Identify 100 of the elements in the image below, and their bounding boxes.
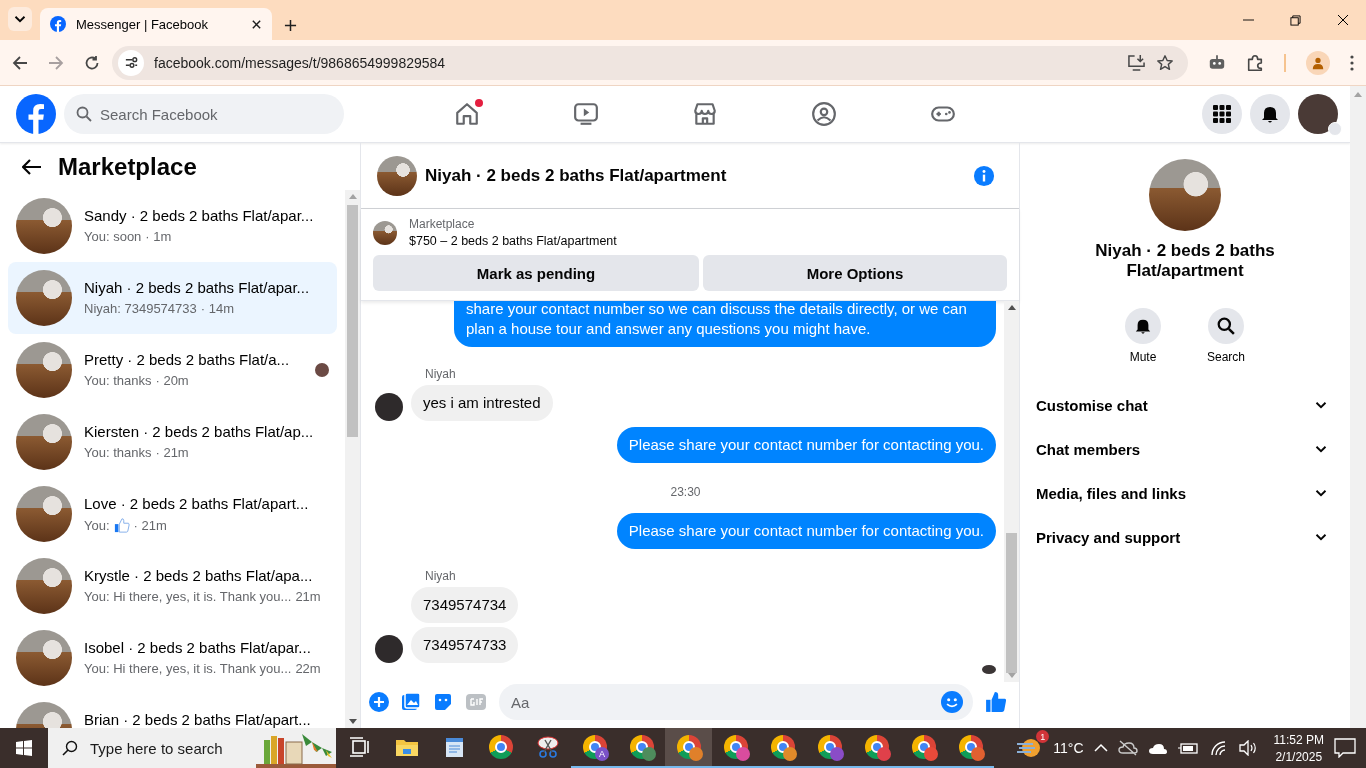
add-icon[interactable]: [369, 692, 389, 712]
message-time: 21m: [295, 589, 321, 604]
conversation-item[interactable]: Love · 2 beds 2 baths Flat/apart... You: · 21m: [8, 478, 337, 550]
listing-photo: [16, 270, 72, 326]
conversation-name: Krystle · 2 beds 2 baths Flat/apa...: [84, 567, 314, 584]
search-icon: [76, 106, 92, 122]
outgoing-message: Please share your contact number for contacting you.: [616, 427, 996, 463]
menu-icon[interactable]: [1350, 54, 1354, 71]
robot-icon[interactable]: [1208, 54, 1226, 71]
extensions-icon[interactable]: [1246, 53, 1264, 72]
message-preview: Niyah: 7349574733: [84, 301, 197, 316]
message-input[interactable]: Aa: [499, 684, 973, 720]
people-icon[interactable]: [810, 101, 837, 127]
message-preview: You: soon: [84, 229, 142, 244]
home-icon[interactable]: [453, 101, 480, 127]
speaker-icon[interactable]: [1237, 740, 1258, 756]
outgoing-message: share your contact number so we can discuss the details directly, or we can plan a house tour and answer any questions you might have.: [454, 301, 996, 347]
restore-icon: [1290, 14, 1301, 26]
menu-button[interactable]: [1202, 94, 1242, 134]
address-bar[interactable]: facebook.com/messages/t/9868654999829584: [112, 45, 1188, 80]
incoming-message: 7349574734: [411, 587, 519, 623]
conversation-item[interactable]: Kiersten · 2 beds 2 baths Flat/ap... You: thanks · 21m: [8, 406, 337, 478]
battery-icon[interactable]: [1177, 741, 1200, 755]
minimize-icon: [1243, 19, 1254, 21]
message-time: · 1m: [145, 229, 172, 244]
scroll-down-icon[interactable]: [348, 719, 357, 724]
facebook-logo-icon: [50, 16, 66, 32]
message-time: · 21m: [133, 517, 167, 533]
close-icon: [1336, 14, 1349, 26]
browser-icon: [488, 735, 513, 759]
browser-tab[interactable]: Messenger | Facebook: [40, 8, 272, 40]
incoming-message: 7349574733: [411, 627, 519, 663]
star-icon[interactable]: [1156, 53, 1174, 72]
section-header[interactable]: Customise chat: [1036, 383, 1334, 427]
profile-button[interactable]: [1306, 50, 1330, 75]
section-header[interactable]: Media, files and links: [1036, 471, 1334, 515]
chat-title: Niyah · 2 beds 2 baths Flat/apartment: [425, 165, 728, 186]
sticker-icon[interactable]: [433, 692, 453, 712]
new-tab-icon[interactable]: [284, 19, 297, 32]
time-text: 11:52 PM: [1273, 732, 1324, 747]
scroll-up-icon[interactable]: [1007, 305, 1016, 310]
notification-icon[interactable]: [1334, 738, 1356, 758]
facebook-logo-icon[interactable]: [16, 94, 56, 134]
listing-photo: [16, 486, 72, 542]
store-icon[interactable]: [691, 101, 718, 127]
install-app-icon[interactable]: [1127, 54, 1146, 71]
conversation-item[interactable]: Isobel · 2 beds 2 baths Flat/apar... You: Hi there, yes, it is. Thank you... 22m: [8, 622, 337, 694]
bell-icon: [1134, 317, 1152, 335]
wifi-icon[interactable]: [1209, 740, 1228, 756]
person-icon: [1311, 55, 1325, 70]
cloud-off-icon[interactable]: [1117, 740, 1138, 756]
scrollbar-thumb[interactable]: [347, 205, 358, 437]
conversation-name: Pretty · 2 beds 2 baths Flat/a...: [84, 351, 291, 368]
timestamp: 23:30: [670, 485, 701, 499]
close-icon[interactable]: [251, 18, 262, 30]
cloud-icon[interactable]: [1147, 741, 1168, 755]
emoji-icon[interactable]: [941, 691, 963, 713]
info-icon[interactable]: [973, 164, 995, 187]
chat-action-button[interactable]: Mute: [1119, 307, 1167, 365]
temperature-text: 11°C: [1053, 740, 1084, 756]
chevron-up-icon[interactable]: [1093, 743, 1108, 753]
taskbar-app[interactable]: [665, 728, 712, 768]
listing-photo: [377, 155, 417, 196]
clock[interactable]: 11:52 PM 2/1/2025: [1273, 732, 1324, 764]
message-preview: You: thanks: [84, 373, 152, 388]
conversation-item[interactable]: Sandy · 2 beds 2 baths Flat/apar... You: soon · 1m: [8, 190, 337, 262]
image-icon[interactable]: [401, 692, 421, 712]
taskbar-app[interactable]: A: [571, 728, 618, 768]
grid-icon: [1213, 105, 1231, 123]
sender-name: Niyah: [425, 367, 457, 381]
conversation-item[interactable]: Pretty · 2 beds 2 baths Flat/a... You: thanks · 20m: [8, 334, 337, 406]
section-header[interactable]: Privacy and support: [1036, 515, 1334, 559]
notifications-button[interactable]: [1250, 94, 1290, 134]
conversation-item[interactable]: Niyah · 2 beds 2 baths Flat/apar... Niyah: 7349574733 · 14m: [8, 262, 337, 334]
profile-avatar[interactable]: [1298, 94, 1338, 134]
message-time: 22m: [295, 661, 321, 676]
listing-action-button[interactable]: More Options: [703, 255, 1007, 291]
listing-action-button[interactable]: Mark as pending: [373, 255, 699, 291]
site-settings-icon[interactable]: [123, 55, 139, 70]
message-time: · 20m: [155, 373, 189, 388]
back-icon[interactable]: [12, 54, 28, 71]
back-icon[interactable]: [22, 158, 42, 175]
sender-name: Niyah: [425, 569, 457, 583]
profile-badge: A: [595, 747, 609, 761]
video-icon[interactable]: [572, 101, 599, 127]
taskbar-search-field[interactable]: Type here to search: [48, 728, 336, 768]
scrollbar-thumb[interactable]: [1006, 533, 1017, 673]
section-header[interactable]: Chat members: [1036, 427, 1334, 471]
message-time: · 21m: [155, 445, 189, 460]
chat-action-button[interactable]: Search: [1201, 307, 1251, 365]
bell-icon: [1260, 104, 1280, 124]
tab-title: Messenger | Facebook: [76, 16, 209, 32]
conversation-name: Brian · 2 beds 2 baths Flat/apart...: [84, 711, 312, 728]
thumbs-up-icon[interactable]: [985, 691, 1007, 713]
tab-list-button[interactable]: [8, 7, 32, 31]
search-field[interactable]: Search Facebook: [64, 94, 344, 134]
incoming-message: yes i am intrested: [411, 385, 553, 421]
reload-icon[interactable]: [84, 54, 100, 71]
message-preview: You: Hi there, yes, it is. Thank you...: [84, 589, 292, 604]
conversation-item[interactable]: Krystle · 2 beds 2 baths Flat/apa... You: Hi there, yes, it is. Thank you... 21m: [8, 550, 337, 622]
